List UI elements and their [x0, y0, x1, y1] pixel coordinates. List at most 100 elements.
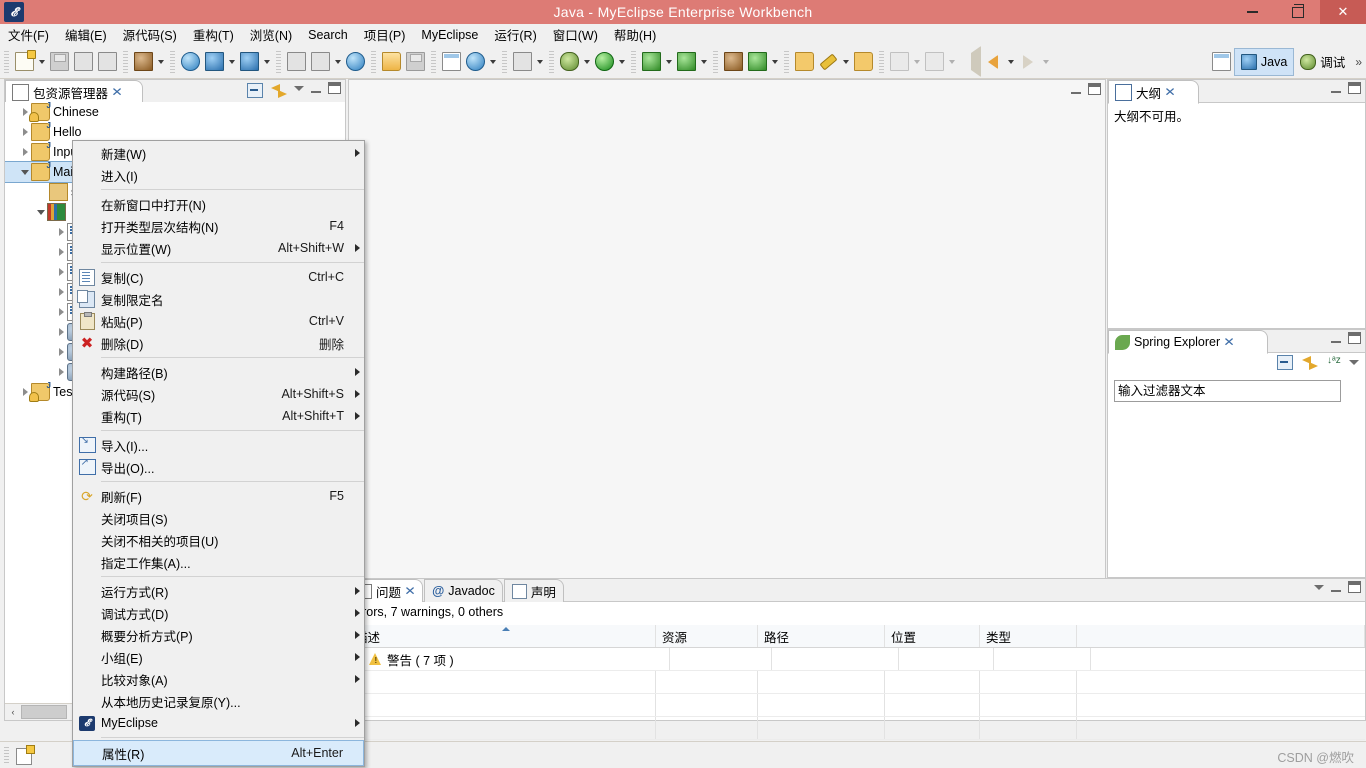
next-annotation-dropdown-icon[interactable]	[911, 50, 922, 74]
menu-item-refresh[interactable]: ⟳ 刷新(F) F5	[73, 485, 364, 507]
save-state-icon[interactable]	[403, 50, 427, 74]
new-interface-dropdown-icon[interactable]	[769, 50, 780, 74]
table-row[interactable]: ! 警告 ( 7 项 )	[349, 648, 1365, 671]
menu-item-source[interactable]: 源代码(S) Alt+Shift+S	[73, 383, 364, 405]
menu-window[interactable]: 窗口(W)	[545, 23, 606, 46]
back-dropdown-icon[interactable]	[1005, 50, 1016, 74]
debug-icon[interactable]	[557, 50, 581, 74]
globe2-icon[interactable]	[343, 50, 367, 74]
minimize-icon[interactable]	[1071, 85, 1081, 94]
view-menu-icon[interactable]	[1314, 584, 1324, 590]
run-server-icon[interactable]	[308, 50, 332, 74]
new-package-dropdown-icon[interactable]	[261, 50, 272, 74]
previous-annotation-icon[interactable]	[922, 50, 946, 74]
scroll-left-icon[interactable]: ‹	[5, 704, 21, 720]
toolbar-grip-5[interactable]	[371, 50, 376, 73]
menu-item-copy-qualified-name[interactable]: 复制限定名	[73, 288, 364, 310]
new-wizard-icon[interactable]	[12, 50, 36, 74]
menu-item-new[interactable]: 新建(W)	[73, 142, 364, 164]
filter-input[interactable]: 输入过滤器文本	[1114, 380, 1341, 402]
toolbar-grip[interactable]	[4, 50, 9, 73]
menu-project[interactable]: 项目(P)	[356, 23, 414, 46]
back-icon[interactable]	[981, 50, 1005, 74]
db-browser-icon[interactable]	[463, 50, 487, 74]
menu-item-import[interactable]: 导入(I)...	[73, 434, 364, 456]
run-history-icon[interactable]	[639, 50, 663, 74]
minimize-button[interactable]	[1230, 0, 1275, 24]
minimize-icon[interactable]	[1331, 583, 1341, 592]
menu-item-open-type-hierarchy[interactable]: 打开类型层次结构(N) F4	[73, 215, 364, 237]
menu-item-properties[interactable]: 属性(R) Alt+Enter	[73, 740, 364, 766]
report-icon[interactable]	[439, 50, 463, 74]
menu-item-close-unrelated-projects[interactable]: 关闭不相关的项目(U)	[73, 529, 364, 551]
open-type-icon[interactable]	[792, 50, 816, 74]
deploy-icon[interactable]	[131, 50, 155, 74]
open-resource-icon[interactable]	[851, 50, 875, 74]
server-icon[interactable]	[284, 50, 308, 74]
deploy-dropdown-icon[interactable]	[155, 50, 166, 74]
menu-item-run-as[interactable]: 运行方式(R)	[73, 580, 364, 602]
expand-arrow-icon[interactable]	[55, 302, 67, 322]
maximize-button[interactable]	[1275, 0, 1320, 24]
tab-outline[interactable]: 大纲 ✕	[1108, 80, 1199, 104]
column-header-type[interactable]: 类型	[980, 625, 1077, 647]
column-header-resource[interactable]: 资源	[656, 625, 758, 647]
perspective-overflow-icon[interactable]: »	[1351, 55, 1366, 69]
column-header-path[interactable]: 路径	[758, 625, 885, 647]
toolbar-grip-11[interactable]	[784, 50, 789, 73]
new-element-icon[interactable]	[16, 745, 35, 765]
menu-edit[interactable]: 编辑(E)	[57, 23, 115, 46]
menu-item-paste[interactable]: 粘贴(P) Ctrl+V	[73, 310, 364, 332]
run-history-dropdown-icon[interactable]	[663, 50, 674, 74]
run-server-dropdown-icon[interactable]	[332, 50, 343, 74]
menu-source[interactable]: 源代码(S)	[115, 23, 185, 46]
save-icon[interactable]	[47, 50, 71, 74]
menu-item-build-path[interactable]: 构建路径(B)	[73, 361, 364, 383]
search-icon[interactable]	[816, 50, 840, 74]
hscroll-thumb[interactable]	[21, 705, 67, 719]
toolbar-grip-6[interactable]	[431, 50, 436, 73]
menu-item-restore-from-local-history[interactable]: 从本地历史记录复原(Y)...	[73, 690, 364, 712]
run-dropdown-icon[interactable]	[616, 50, 627, 74]
minimize-icon[interactable]	[311, 84, 321, 93]
close-icon[interactable]: ✕	[1223, 335, 1235, 349]
menu-item-myeclipse[interactable]: 𝓔 MyEclipse	[73, 712, 364, 734]
maximize-icon[interactable]	[1348, 82, 1361, 94]
link-with-editor-icon[interactable]	[1302, 355, 1318, 370]
db-browser-dropdown-icon[interactable]	[487, 50, 498, 74]
open-perspective-icon[interactable]	[1210, 50, 1234, 74]
menu-file[interactable]: 文件(F)	[0, 23, 57, 46]
collapse-arrow-icon[interactable]	[35, 202, 47, 222]
menu-item-profile-as[interactable]: 概要分析方式(P)	[73, 624, 364, 646]
perspective-java[interactable]: Java	[1233, 47, 1295, 76]
collapse-all-icon[interactable]	[1277, 355, 1293, 370]
menu-item-debug-as[interactable]: 调试方式(D)	[73, 602, 364, 624]
tab-package-explorer[interactable]: 包资源管理器 ✕	[5, 80, 143, 104]
collapse-arrow-icon[interactable]	[19, 162, 31, 182]
toolbar-grip-12[interactable]	[879, 50, 884, 73]
close-icon[interactable]: ✕	[404, 584, 416, 598]
menu-refactor[interactable]: 重构(T)	[185, 23, 242, 46]
maximize-icon[interactable]	[1348, 581, 1361, 593]
menu-item-assign-working-sets[interactable]: 指定工作集(A)...	[73, 551, 364, 573]
expand-arrow-icon[interactable]	[55, 262, 67, 282]
new-wizard-blue-icon[interactable]	[202, 50, 226, 74]
close-icon[interactable]: ✕	[1164, 85, 1176, 99]
menu-search[interactable]: Search	[300, 26, 356, 44]
new-wizard-dropdown-icon[interactable]	[36, 50, 47, 74]
coverage-icon[interactable]	[674, 50, 698, 74]
view-menu-icon[interactable]	[294, 85, 304, 91]
toolbar-grip-8[interactable]	[549, 50, 554, 73]
next-annotation-icon[interactable]	[887, 50, 911, 74]
expand-arrow-icon[interactable]	[55, 222, 67, 242]
coverage-dropdown-icon[interactable]	[698, 50, 709, 74]
forward-dropdown-icon[interactable]	[1040, 50, 1051, 74]
menu-item-open-in-new-window[interactable]: 在新窗口中打开(N)	[73, 193, 364, 215]
collapse-all-icon[interactable]	[247, 83, 263, 98]
tree-item-hello[interactable]: Hello	[5, 121, 345, 142]
column-header-location[interactable]: 位置	[885, 625, 980, 647]
view-menu-icon[interactable]	[1349, 360, 1359, 365]
menu-item-open[interactable]: 进入(I)	[73, 164, 364, 186]
expand-arrow-icon[interactable]	[55, 362, 67, 382]
perspective-debug[interactable]: 调试	[1294, 49, 1351, 75]
